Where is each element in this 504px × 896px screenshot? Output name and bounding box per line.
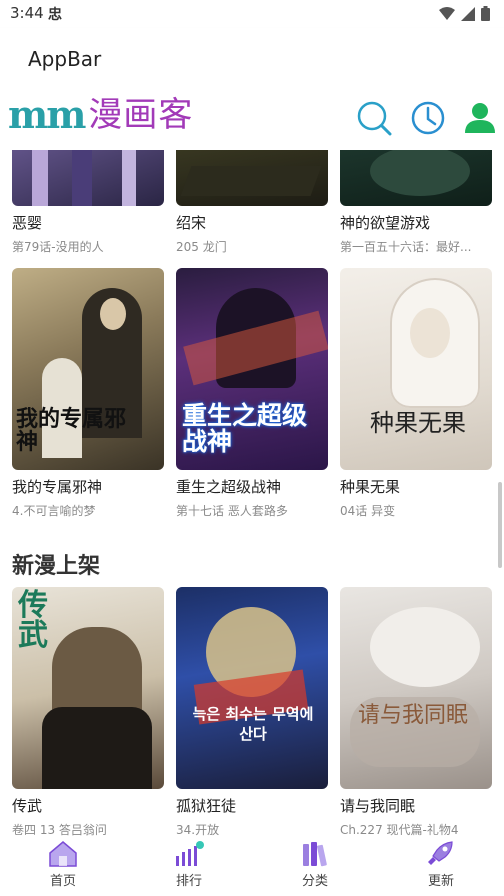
comic-cover: [340, 150, 492, 206]
status-icons: [439, 6, 490, 21]
header: mm 漫画客: [0, 90, 504, 150]
comic-chapter: 卷四 13 答吕翁问: [12, 823, 107, 836]
comic-card[interactable]: 绍宋 205 龙门: [176, 150, 328, 255]
battery-icon: [481, 6, 490, 21]
user-icon[interactable]: [462, 100, 498, 136]
nav-item-category[interactable]: 分类: [252, 836, 378, 896]
comic-chapter: 第一百五十六话：最好...: [340, 240, 472, 254]
nav-label-category: 分类: [301, 874, 328, 889]
comic-card[interactable]: 请与我同眠 请与我同眠 Ch.227 现代篇-礼物4: [340, 587, 492, 836]
nav-item-update[interactable]: 更新: [378, 836, 504, 896]
wifi-icon: [439, 6, 455, 20]
status-time: 3:44: [10, 4, 44, 22]
nav-label-update: 更新: [427, 874, 454, 889]
status-bar: 3:44 忠: [0, 0, 504, 28]
nav-item-ranking[interactable]: 排行: [126, 836, 252, 896]
category-icon: [303, 842, 327, 867]
logo-text: 漫画客: [88, 95, 194, 135]
comic-cover: 传武: [12, 587, 164, 789]
search-icon[interactable]: [356, 100, 392, 136]
comic-cover: 种果无果: [340, 268, 492, 470]
home-icon: [49, 841, 77, 867]
comic-chapter: 4.不可言喻的梦: [12, 504, 96, 518]
logo: mm 漫画客: [8, 96, 193, 134]
comic-cover: 重生之超级战神: [176, 268, 328, 470]
comic-chapter: 第79话-没用的人: [12, 240, 104, 254]
nav-label-home: 首页: [49, 874, 76, 889]
logo-mark: mm: [8, 92, 86, 137]
comic-title: 传武: [12, 797, 43, 815]
comic-chapter: 04话 异变: [340, 504, 396, 518]
comic-cover: 늑은 최수는 무역에 산다: [176, 587, 328, 789]
comic-title: 我的专属邪神: [12, 478, 103, 496]
cover-title-art: 请与我同眠: [358, 703, 469, 728]
comic-cover: [12, 150, 164, 206]
cover-title-art: 늑은 최수는 무역에 산다: [192, 705, 314, 743]
comic-card[interactable]: 늑은 최수는 무역에 산다 孤狱狂徒 34.开放: [176, 587, 328, 836]
scrollbar[interactable]: [498, 482, 502, 568]
comic-card[interactable]: 神的欲望游戏 第一百五十六话：最好...: [340, 150, 492, 255]
comic-card[interactable]: 恶婴 第79话-没用的人: [12, 150, 164, 255]
comic-title: 重生之超级战神: [176, 478, 282, 496]
app-bar: AppBar: [0, 28, 504, 90]
cover-title-art: 我的专属邪神: [16, 406, 127, 456]
cover-title-art: 传武: [18, 588, 48, 653]
comic-title: 请与我同眠: [340, 797, 416, 815]
cover-title-art: 种果无果: [370, 409, 466, 437]
nav-item-home[interactable]: 首页: [0, 836, 126, 896]
status-carrier-icon: 忠: [48, 7, 62, 23]
ranking-icon: [176, 841, 204, 866]
section-title-new: 新漫上架: [12, 554, 101, 579]
comic-card[interactable]: 种果无果 种果无果 04话 异变: [340, 268, 492, 519]
comic-title: 绍宋: [176, 214, 207, 232]
comic-chapter: 第十七话 恶人套路多: [176, 504, 288, 518]
comic-title: 孤狱狂徒: [176, 797, 237, 815]
nav-label-ranking: 排行: [175, 874, 202, 889]
signal-icon: [461, 6, 475, 21]
comic-card[interactable]: 我的专属邪神 我的专属邪神 4.不可言喻的梦: [12, 268, 164, 519]
comic-cover: 请与我同眠: [340, 587, 492, 789]
comic-card[interactable]: 传武 传武 卷四 13 答吕翁问: [12, 587, 164, 836]
comic-title: 神的欲望游戏: [340, 214, 431, 232]
comic-title: 种果无果: [340, 478, 401, 496]
comic-chapter: 205 龙门: [176, 240, 227, 254]
comic-title: 恶婴: [12, 214, 43, 232]
comic-cover: [176, 150, 328, 206]
comic-cover: 我的专属邪神: [12, 268, 164, 470]
bottom-navigation: 首页 排行 分类 更新: [0, 836, 504, 896]
rocket-icon: [428, 841, 453, 865]
comic-card[interactable]: 重生之超级战神 重生之超级战神 第十七话 恶人套路多: [176, 268, 328, 519]
comic-chapter: 34.开放: [176, 823, 220, 836]
app-bar-title: AppBar: [28, 47, 102, 71]
cover-title-art: 重生之超级战神: [182, 401, 308, 457]
comic-grid: 恶婴 第79话-没用的人 绍宋 205 龙门 神的欲望游戏 第一百五十六话：最好…: [0, 150, 504, 836]
comic-chapter: Ch.227 现代篇-礼物4: [340, 823, 459, 836]
history-clock-icon[interactable]: [410, 100, 446, 136]
